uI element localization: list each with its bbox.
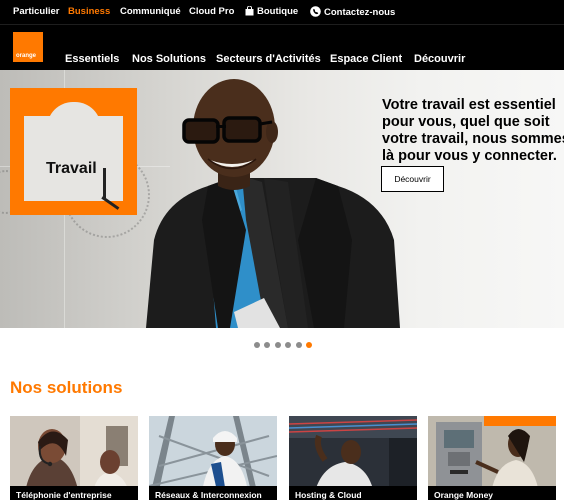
solutions-title: Nos solutions	[10, 378, 123, 397]
nav-item-essentiels[interactable]: Essentiels	[65, 53, 119, 65]
carousel-dot[interactable]	[254, 342, 260, 348]
hero-heading: Votre travail est essentiel pour vous, q…	[382, 97, 564, 165]
logo-text: orange	[16, 53, 37, 59]
decouvrir-button[interactable]: Découvrir	[381, 166, 444, 192]
nav-item-espace-client[interactable]: Espace Client	[330, 53, 402, 65]
solution-card-label: Orange Money	[428, 486, 556, 500]
topbar-link-particulier[interactable]: Particulier	[13, 6, 59, 17]
nav-item-nos-solutions[interactable]: Nos Solutions	[132, 53, 206, 65]
clock-hand	[103, 168, 106, 198]
top-utility-bar: Particulier Business Communiqué Cloud Pr…	[0, 0, 564, 24]
topbar-link-boutique[interactable]: Boutique	[245, 6, 298, 17]
solution-card-orange-money[interactable]: Orange Money	[428, 416, 556, 500]
hero-heading-line: votre travail, nous sommes	[382, 131, 564, 147]
topbar-link-communique[interactable]: Communiqué	[120, 6, 181, 17]
solution-card-reseaux[interactable]: Réseaux & Interconnexion	[149, 416, 277, 500]
carousel-dot[interactable]	[285, 342, 291, 348]
solution-card-hosting[interactable]: Hosting & Cloud	[289, 416, 417, 500]
topbar-link-contact[interactable]: Contactez-nous	[310, 6, 395, 18]
topbar-link-contact-label: Contactez-nous	[324, 7, 396, 18]
solution-card-label: Hosting & Cloud	[289, 486, 417, 500]
solution-card-telephonie[interactable]: Téléphonie d'entreprise	[10, 416, 138, 500]
solution-card-label: Réseaux & Interconnexion	[149, 486, 277, 500]
orange-logo[interactable]: orange	[13, 32, 43, 62]
shopping-bag-icon	[245, 6, 254, 16]
tile-notch	[47, 102, 101, 128]
topbar-link-cloud-pro[interactable]: Cloud Pro	[189, 6, 234, 17]
topbar-link-business[interactable]: Business	[68, 6, 110, 17]
hero-heading-line: là pour vous y connecter.	[382, 148, 557, 164]
tile-label: Travail	[46, 160, 97, 177]
carousel-dot[interactable]	[264, 342, 270, 348]
carousel-dot[interactable]	[275, 342, 281, 348]
carousel-dot-active[interactable]	[306, 342, 312, 348]
hero-banner: Travail Votre travail est essentiel pour…	[0, 70, 564, 328]
main-navigation: orange Essentiels Nos Solutions Secteurs…	[0, 24, 564, 70]
phone-icon	[310, 6, 321, 17]
businessman-photo	[146, 79, 400, 328]
solution-card-label: Téléphonie d'entreprise	[10, 486, 138, 500]
topbar-link-boutique-label: Boutique	[257, 6, 299, 17]
nav-item-decouvrir[interactable]: Découvrir	[414, 53, 465, 65]
nav-item-secteurs[interactable]: Secteurs d'Activités	[216, 53, 321, 65]
tile-panel	[24, 116, 123, 201]
carousel-dot[interactable]	[296, 342, 302, 348]
hero-heading-line: Votre travail est essentiel	[382, 97, 556, 113]
travail-tile: Travail	[10, 88, 137, 215]
hero-heading-line: pour vous, quel que soit	[382, 114, 550, 130]
